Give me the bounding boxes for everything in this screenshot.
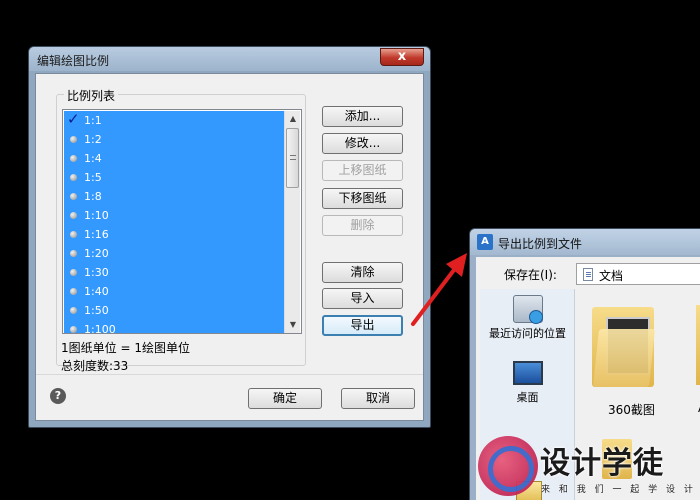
recent-places-icon [512,295,543,324]
watermark-subtitle: 来 和 我 们 一 起 学 设 计 [541,485,696,495]
scale-item-label: 1:50 [84,304,109,317]
scale-list-item[interactable]: 1:4 [64,149,284,168]
save-location-select[interactable]: 文档 [576,263,700,285]
save-location-value: 文档 [599,269,624,283]
desktop-icon [512,361,543,385]
bullet-icon [70,269,77,276]
place-recent[interactable]: 最近访问的位置 [480,295,575,341]
list-scrollbar[interactable]: ▲ ▼ [284,111,300,333]
import-button[interactable]: 导入 [322,288,403,309]
scroll-down-arrow-icon[interactable]: ▼ [285,317,301,333]
scale-item-label: 1:5 [84,171,102,184]
app-icon: A [477,234,493,250]
export-button[interactable]: 导出 [322,315,403,336]
scroll-thumb[interactable] [286,128,299,188]
scale-list-item[interactable]: 1:2 [64,130,284,149]
save-in-label: 保存在(I): [504,268,557,282]
scale-item-label: 1:2 [84,133,102,146]
bullet-icon [70,136,77,143]
dialog-titlebar[interactable]: 编辑绘图比例 x [29,47,430,71]
dialog-body: 比例列表 ✓ 1:1 1:2 1:4 1:5 1:8 1:10 1:16 1:20 1:30 1:4… [35,73,424,421]
red-arrow-icon [411,253,467,326]
watermark-logo-icon [478,436,538,496]
delete-button[interactable]: 删除 [322,215,403,236]
help-icon[interactable]: ? [50,388,66,404]
bullet-icon [70,193,77,200]
unit-info: 1图纸单位 = 1绘图单位 [61,341,190,355]
ok-button[interactable]: 确定 [248,388,322,409]
close-button[interactable]: x [380,48,424,66]
scale-list-item[interactable]: 1:100 [64,320,284,333]
checkmark-icon: ✓ [67,111,80,128]
scale-item-label: 1:40 [84,285,109,298]
dialog2-title: 导出比例到文件 [498,237,583,251]
bullet-icon [70,174,77,181]
move-up-button[interactable]: 上移图纸 [322,160,403,181]
scale-item-label: 1:1 [84,114,102,127]
bullet-icon [70,231,77,238]
scale-item-label: 1:4 [84,152,102,165]
total-scale-count: 总刻度数:33 [61,359,129,373]
folder-front-flap [592,329,656,387]
bullet-icon [70,155,77,162]
document-icon [583,268,593,281]
bullet-icon [70,288,77,295]
scale-item-label: 1:20 [84,247,109,260]
move-down-button[interactable]: 下移图纸 [322,188,403,209]
scale-list-item[interactable]: 1:20 [64,244,284,263]
bullet-icon [70,212,77,219]
scale-list-label: 比例列表 [64,87,119,104]
scale-listbox[interactable]: ✓ 1:1 1:2 1:4 1:5 1:8 1:10 1:16 1:20 1:30 1:40 1:50… [62,109,302,334]
bullet-icon [70,326,77,333]
modify-button[interactable]: 修改... [322,133,403,154]
scale-list-item[interactable]: 1:8 [64,187,284,206]
place-desktop-label: 桌面 [516,391,539,404]
bullet-icon [70,250,77,257]
cancel-button[interactable]: 取消 [341,388,415,409]
scale-list-items[interactable]: ✓ 1:1 1:2 1:4 1:5 1:8 1:10 1:16 1:20 1:30 1:40 1:50… [64,111,284,333]
add-button[interactable]: 添加... [322,106,403,127]
partial-folder-icon[interactable] [696,305,700,385]
dialog2-titlebar[interactable]: A 导出比例到文件 [470,229,700,255]
scale-list-item[interactable]: 1:50 [64,301,284,320]
clear-button[interactable]: 清除 [322,262,403,283]
edit-scale-dialog: 编辑绘图比例 x 比例列表 ✓ 1:1 1:2 1:4 1:5 1:8 1:10 1:16 1:… [28,46,431,428]
scale-item-label: 1:16 [84,228,109,241]
place-desktop[interactable]: 桌面 [480,361,575,405]
scale-list-item[interactable]: 1:10 [64,206,284,225]
bullet-icon [70,307,77,314]
scroll-up-arrow-icon[interactable]: ▲ [285,111,301,127]
scale-list-item[interactable]: 1:40 [64,282,284,301]
grip-icon [290,155,296,160]
folder-label: 360截图 [608,403,655,417]
watermark-title: 设计学徒 [540,446,664,481]
folder-360-screenshot[interactable] [592,299,662,389]
scale-item-label: 1:100 [84,323,116,333]
scale-list-item[interactable]: ✓ 1:1 [64,111,284,130]
scale-list-item[interactable]: 1:16 [64,225,284,244]
scale-item-label: 1:10 [84,209,109,222]
scale-item-label: 1:30 [84,266,109,279]
scale-item-label: 1:8 [84,190,102,203]
dialog-title: 编辑绘图比例 [37,54,110,68]
divider [36,374,423,375]
scale-list-item[interactable]: 1:5 [64,168,284,187]
scale-list-item[interactable]: 1:30 [64,263,284,282]
place-recent-label: 最近访问的位置 [489,327,566,340]
